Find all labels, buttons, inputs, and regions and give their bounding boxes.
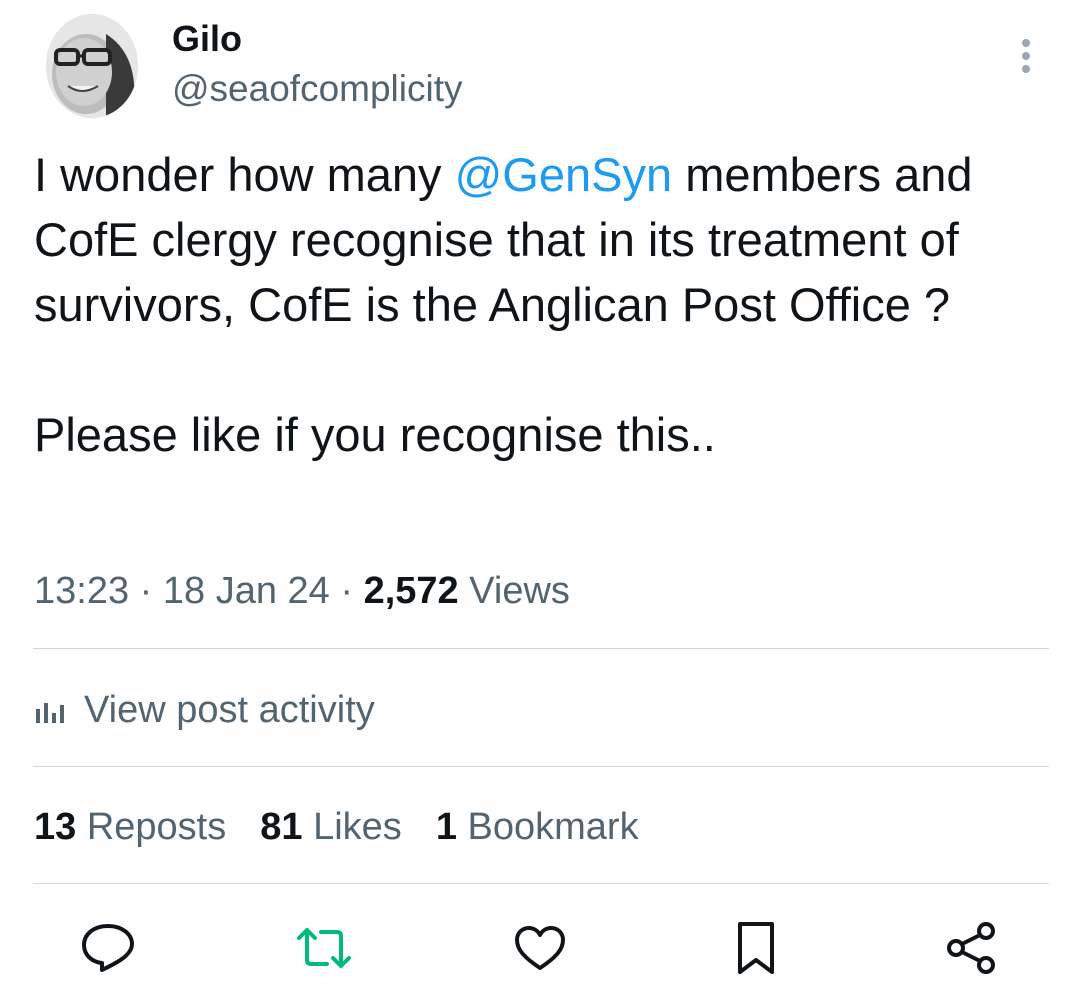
mention-link[interactable]: @GenSyn — [455, 148, 673, 201]
post-date[interactable]: 18 Jan 24 — [163, 570, 330, 612]
views-count: 2,572 — [363, 570, 459, 612]
divider — [33, 883, 1049, 884]
repost-icon — [297, 928, 351, 968]
view-post-activity-label: View post activity — [84, 688, 375, 731]
bookmarks-label: Bookmark — [456, 806, 639, 848]
reposts-stat[interactable]: 13 Reposts — [34, 806, 226, 848]
likes-stat[interactable]: 81 Likes — [260, 806, 402, 848]
like-button[interactable] — [510, 918, 570, 978]
action-bar — [0, 918, 1080, 978]
likes-count: 81 — [260, 806, 303, 848]
more-options-button[interactable] — [1010, 36, 1042, 76]
meta-separator: · — [129, 570, 163, 612]
post-time[interactable]: 13:23 — [34, 570, 129, 612]
avatar-photo — [46, 14, 138, 118]
meta-separator: · — [329, 570, 364, 612]
bar-chart-icon — [36, 703, 64, 723]
engagement-stats: 13 Reposts 81 Likes 1 Bookmark — [34, 802, 673, 852]
divider — [33, 766, 1049, 767]
reply-icon — [82, 924, 134, 972]
reposts-count: 13 — [34, 806, 77, 848]
more-vertical-icon — [1022, 39, 1030, 73]
author-handle[interactable]: @seaofcomplicity — [172, 66, 463, 112]
reposts-label: Reposts — [76, 806, 227, 848]
heart-icon — [515, 926, 565, 970]
post-meta: 13:23 · 18 Jan 24 · 2,572 Views — [34, 566, 570, 616]
views-label: Views — [458, 570, 570, 612]
post-text-start: I wonder how many — [34, 148, 455, 201]
divider — [33, 648, 1049, 649]
post-paragraph-2: Please like if you recognise this.. — [34, 408, 716, 461]
share-button[interactable] — [942, 918, 1002, 978]
author-name[interactable]: Gilo — [172, 16, 242, 62]
view-post-activity-link[interactable]: View post activity — [34, 684, 375, 736]
bookmarks-count: 1 — [435, 806, 457, 848]
bookmark-icon — [738, 922, 774, 974]
likes-label: Likes — [302, 806, 402, 848]
share-icon — [947, 922, 995, 974]
bookmark-button[interactable] — [726, 918, 786, 978]
post-paragraph-1: I wonder how many @GenSyn members and Co… — [34, 142, 1064, 337]
post-text: I wonder how many @GenSyn members and Co… — [34, 142, 1064, 467]
reply-button[interactable] — [78, 918, 138, 978]
repost-button[interactable] — [294, 918, 354, 978]
avatar[interactable] — [46, 14, 138, 118]
bookmarks-stat[interactable]: 1 Bookmark — [436, 806, 639, 848]
